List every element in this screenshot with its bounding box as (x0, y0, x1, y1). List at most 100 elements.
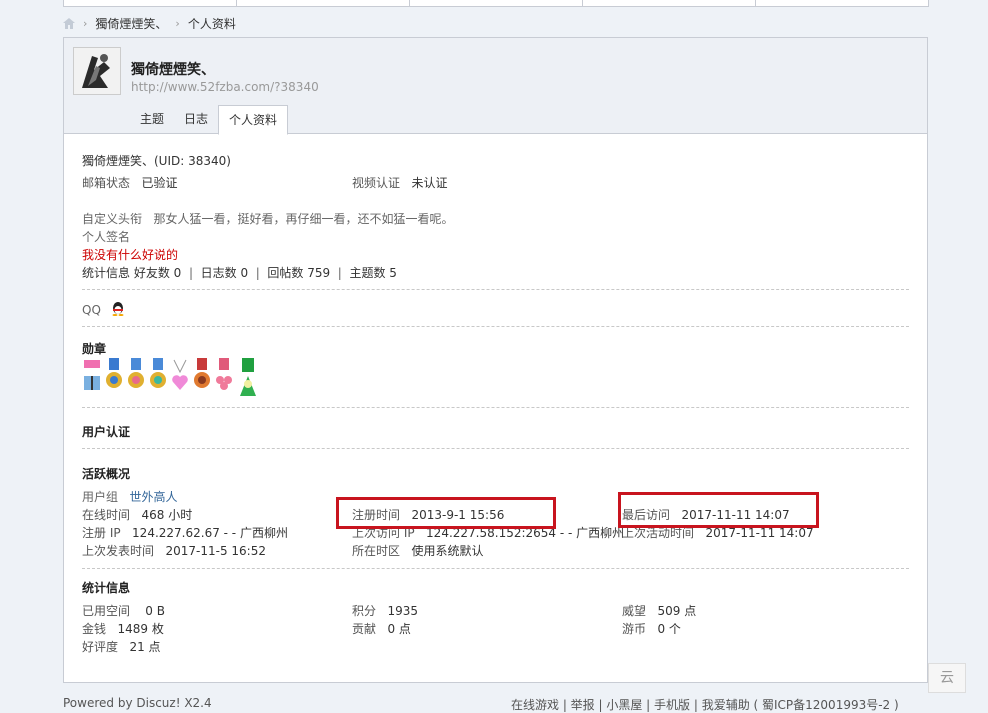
signature-label: 个人签名 (82, 230, 131, 244)
breadcrumb-current: 个人资料 (187, 16, 236, 31)
divider: | (185, 266, 197, 280)
contribution-value: 0 点 (387, 622, 411, 636)
points: 积分 1935 (352, 602, 418, 619)
friends-count-link[interactable]: 好友数 0 (134, 266, 181, 280)
footer-links[interactable]: 在线游戏 | 举报 | 小黑屋 | 手机版 | 我爱辅助 ( 蜀ICP备1200… (511, 696, 899, 713)
email-status: 邮箱状态 已验证 (82, 174, 177, 191)
register-ip: 注册 IP 124.227.62.67 - - 广西柳州 (82, 524, 288, 541)
medal-book-icon[interactable] (82, 358, 102, 394)
qq-penguin-icon[interactable] (111, 301, 125, 319)
custom-title: 自定义头衔 那女人猛一看，挺好看，再仔细一看，还不如猛一看呢。 (82, 210, 453, 227)
medal-teal-icon[interactable] (148, 358, 168, 394)
divider: | (333, 266, 346, 280)
used-space-value: 0 B (145, 604, 165, 618)
activity-title: 活跃概况 (82, 467, 131, 481)
top-nav-segment[interactable] (410, 0, 583, 6)
avatar[interactable] (73, 47, 121, 95)
rating: 好评度 21 点 (82, 638, 161, 655)
footer-powered: Powered by Discuz! X2.4 (63, 696, 212, 710)
email-status-label: 邮箱状态 (82, 176, 131, 190)
home-icon[interactable] (63, 17, 75, 29)
divider: | (251, 266, 264, 280)
medals-title: 勋章 (82, 342, 107, 356)
user-group: 用户组 世外高人 (82, 488, 177, 505)
section-divider (82, 326, 909, 327)
replies-count-link[interactable]: 回帖数 759 (267, 266, 330, 280)
medal-pink-icon[interactable] (126, 358, 146, 394)
user-group-link[interactable]: 世外高人 (129, 490, 177, 504)
timezone-value: 使用系统默认 (411, 544, 484, 558)
tab-threads[interactable]: 主题 (130, 105, 174, 133)
prestige-label: 威望 (622, 604, 647, 618)
rating-value: 21 点 (129, 640, 161, 654)
register-ip-value: 124.227.62.67 - - 广西柳州 (132, 526, 288, 540)
user-auth-title: 用户认证 (82, 425, 131, 439)
profile-tabs: 主题 日志 个人资料 (130, 105, 289, 135)
online-time: 在线时间 468 小时 (82, 506, 192, 523)
cloud-icon[interactable]: 云 (928, 663, 966, 693)
rating-label: 好评度 (82, 640, 119, 654)
top-nav-segment[interactable] (237, 0, 410, 6)
video-auth: 视频认证 未认证 (352, 174, 447, 191)
last-active-value: 2017-11-11 14:07 (705, 526, 814, 540)
last-active-label: 上次活动时间 (622, 526, 695, 540)
video-auth-value: 未认证 (411, 176, 448, 190)
section-divider (82, 289, 909, 290)
breadcrumb: › 獨倚煙煙笑、 › 个人资料 (63, 13, 236, 33)
medal-blue-icon[interactable] (104, 358, 124, 394)
tab-profile[interactable]: 个人资料 (218, 105, 289, 135)
online-time-label: 在线时间 (82, 508, 131, 522)
game-coins: 游币 0 个 (622, 620, 681, 637)
profile-name-uid: 獨倚煙煙笑、(UID: 38340) (82, 154, 231, 168)
last-post-label: 上次发表时间 (82, 544, 155, 558)
points-label: 积分 (352, 604, 377, 618)
medals-list (82, 358, 260, 398)
breadcrumb-separator: › (83, 16, 88, 30)
last-post-value: 2017-11-5 16:52 (165, 544, 266, 558)
tab-blogs[interactable]: 日志 (174, 105, 218, 133)
money-label: 金钱 (82, 622, 107, 636)
timezone-label: 所在时区 (352, 544, 401, 558)
top-nav-segment[interactable] (64, 0, 237, 6)
contribution-label: 贡献 (352, 622, 377, 636)
stats-title: 统计信息 (82, 581, 131, 595)
profile-header: 獨倚煙煙笑、 http://www.52fzba.com/?38340 主题 日… (64, 38, 927, 135)
medal-green-icon[interactable] (236, 358, 260, 398)
profile-panel: 獨倚煙煙笑、 http://www.52fzba.com/?38340 主题 日… (63, 37, 928, 683)
stats-label: 统计信息 (82, 266, 131, 280)
breadcrumb-separator: › (175, 16, 180, 30)
medal-clover-icon[interactable] (214, 358, 234, 394)
used-space-label: 已用空间 (82, 604, 131, 618)
user-group-label: 用户组 (82, 490, 119, 504)
blogs-count-link[interactable]: 日志数 0 (201, 266, 248, 280)
section-divider (82, 407, 909, 408)
custom-title-value: 那女人猛一看，挺好看，再仔细一看，还不如猛一看呢。 (153, 212, 454, 226)
contribution: 贡献 0 点 (352, 620, 411, 637)
top-nav-bar (63, 0, 929, 7)
qq-label: QQ (82, 303, 101, 317)
register-ip-label: 注册 IP (82, 526, 121, 540)
used-space: 已用空间 0 B (82, 602, 165, 619)
medal-heart-icon[interactable] (170, 358, 190, 394)
threads-count-link[interactable]: 主题数 5 (349, 266, 396, 280)
register-time-highlight-box (336, 497, 556, 529)
section-divider (82, 568, 909, 569)
top-nav-segment[interactable] (583, 0, 756, 6)
profile-username: 獨倚煙煙笑、 (131, 62, 215, 78)
game-coins-value: 0 个 (657, 622, 681, 636)
money: 金钱 1489 枚 (82, 620, 164, 637)
last-post-time: 上次发表时间 2017-11-5 16:52 (82, 542, 266, 559)
prestige: 威望 509 点 (622, 602, 696, 619)
medal-flame-icon[interactable] (192, 358, 212, 394)
game-coins-label: 游币 (622, 622, 647, 636)
profile-url-link[interactable]: http://www.52fzba.com/?38340 (131, 80, 319, 94)
custom-title-label: 自定义头衔 (82, 212, 143, 226)
top-nav-segment[interactable] (756, 0, 928, 6)
section-divider (82, 448, 909, 449)
signature-value: 我没有什么好说的 (82, 248, 179, 262)
video-auth-label: 视频认证 (352, 176, 401, 190)
last-visit-highlight-box (618, 492, 819, 528)
breadcrumb-user-link[interactable]: 獨倚煙煙笑、 (95, 15, 167, 32)
timezone: 所在时区 使用系统默认 (352, 542, 483, 559)
email-status-value: 已验证 (141, 176, 178, 190)
